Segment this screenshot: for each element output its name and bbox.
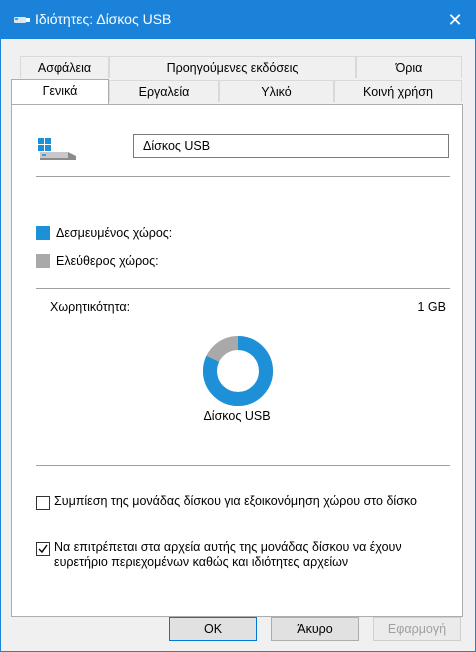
capacity-value: 1 GB — [417, 300, 447, 314]
index-checkbox[interactable] — [36, 542, 50, 556]
used-space-label: Δεσμευμένος χώρος: — [56, 226, 173, 240]
separator — [36, 465, 450, 466]
tab-hardware[interactable]: Υλικό — [219, 80, 334, 102]
space-usage-donut — [203, 336, 273, 406]
window-title: Ιδιότητες: Δίσκος USB — [35, 11, 172, 27]
tab-tools[interactable]: Εργαλεία — [109, 80, 219, 102]
index-option[interactable]: Να επιτρέπεται στα αρχεία αυτής της μονά… — [36, 540, 446, 570]
ok-button[interactable]: OK — [169, 617, 257, 641]
usb-drive-icon — [38, 138, 76, 160]
cancel-button[interactable]: Άκυρο — [271, 617, 359, 641]
free-space-label: Ελεύθερος χώρος: — [56, 254, 159, 268]
used-space-row: Δεσμευμένος χώρος: — [36, 225, 172, 241]
compress-checkbox[interactable] — [36, 496, 50, 510]
tab-quota[interactable]: Όρια — [356, 56, 462, 78]
usb-drive-icon — [14, 17, 30, 23]
drive-name-input[interactable] — [133, 134, 449, 158]
free-space-swatch — [36, 254, 50, 268]
title-bar[interactable]: Ιδιότητες: Δίσκος USB ✕ — [1, 1, 475, 39]
tab-sharing[interactable]: Κοινή χρήση — [334, 80, 462, 102]
index-label: Να επιτρέπεται στα αρχεία αυτής της μονά… — [54, 540, 402, 569]
separator — [36, 288, 450, 289]
properties-window: Ιδιότητες: Δίσκος USB ✕ Ασφάλεια Προηγού… — [0, 0, 476, 652]
general-tab-panel: Δεσμευμένος χώρος: Ελεύθερος χώρος: Χωρη… — [11, 104, 463, 617]
apply-button[interactable]: Εφαρμογή — [373, 617, 461, 641]
donut-drive-label: Δίσκος USB — [203, 409, 271, 423]
free-space-row: Ελεύθερος χώρος: — [36, 253, 159, 269]
capacity-label: Χωρητικότητα: — [50, 300, 131, 314]
tab-previous-versions[interactable]: Προηγούμενες εκδόσεις — [109, 56, 356, 78]
close-icon[interactable]: ✕ — [435, 1, 475, 39]
tab-security[interactable]: Ασφάλεια — [20, 56, 109, 78]
used-space-swatch — [36, 226, 50, 240]
compress-option[interactable]: Συμπίεση της μονάδας δίσκου για εξοικονό… — [36, 494, 436, 510]
checkmark-icon — [38, 544, 48, 554]
compress-label: Συμπίεση της μονάδας δίσκου για εξοικονό… — [54, 494, 417, 508]
separator — [36, 176, 450, 177]
tab-general[interactable]: Γενικά — [11, 79, 109, 104]
